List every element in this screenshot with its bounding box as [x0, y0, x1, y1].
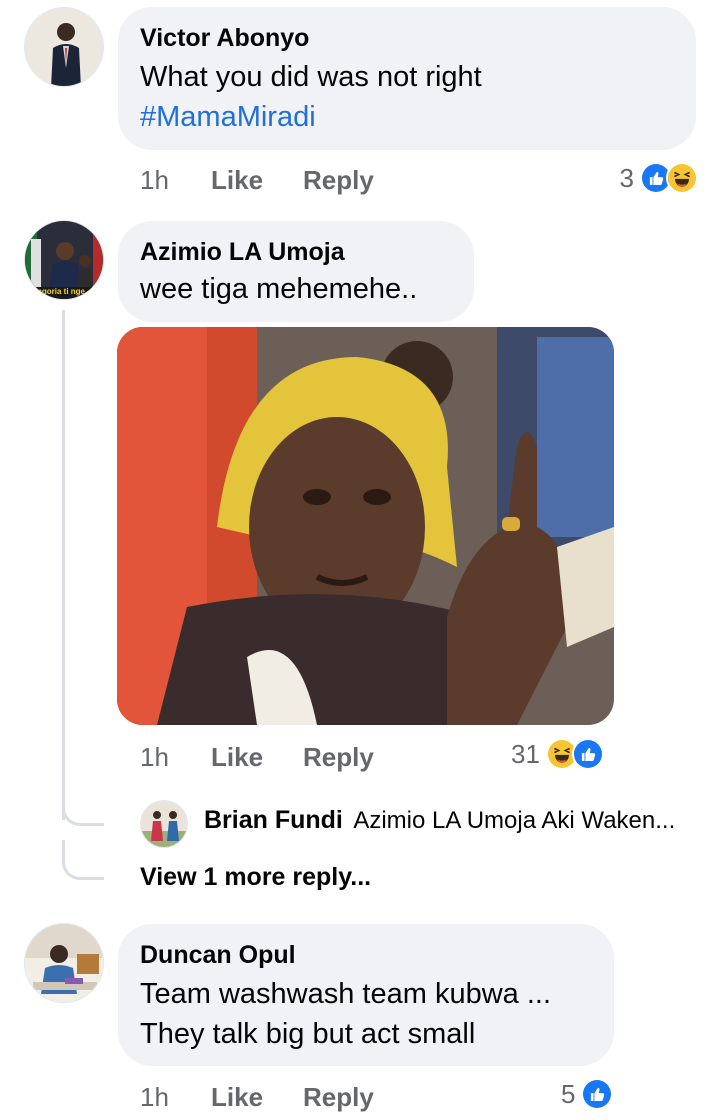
reaction-summary[interactable]: 3	[620, 161, 698, 195]
comment-bubble: Azimio LA Umoja wee tiga mehemehe..	[118, 221, 474, 322]
comment-time[interactable]: 1h	[140, 163, 169, 197]
comment-actions: 1h Like Reply	[140, 1080, 400, 1114]
comment-actions: 1h Like Reply	[140, 163, 400, 197]
like-button[interactable]: Like	[211, 740, 263, 774]
haha-icon	[666, 162, 698, 194]
view-more-replies-link[interactable]: View 1 more reply...	[140, 863, 371, 892]
comment-time[interactable]: 1h	[140, 1080, 169, 1114]
comment-author[interactable]: Victor Abonyo	[140, 23, 674, 53]
hashtag-link[interactable]: #MamaMiradi	[140, 97, 674, 137]
reply-button[interactable]: Reply	[303, 163, 374, 197]
avatar-azimio-la-umoja[interactable]: ngoria ti nge	[24, 220, 104, 300]
avatar-caption: ngoria ti nge	[37, 287, 85, 296]
avatar-victor-abonyo[interactable]	[24, 7, 104, 87]
comment-text: Team washwash team kubwa ...	[140, 978, 552, 1010]
like-button[interactable]: Like	[211, 1080, 263, 1114]
comment-author[interactable]: Azimio LA Umoja	[140, 237, 452, 267]
comment-bubble: Victor Abonyo What you did was not right…	[118, 7, 696, 150]
elderly-woman-pointing-image	[117, 327, 614, 725]
avatar-duncan-opul[interactable]	[24, 923, 104, 1003]
thread-line	[62, 310, 65, 820]
thread-connector	[62, 840, 104, 880]
like-button[interactable]: Like	[211, 163, 263, 197]
reaction-summary[interactable]: 31	[511, 737, 604, 771]
reply-text: Azimio LA Umoja Aki Waken...	[353, 807, 676, 834]
thread-connector	[62, 790, 104, 826]
reply-author[interactable]: Brian Fundi	[204, 806, 343, 834]
reply-button[interactable]: Reply	[303, 740, 374, 774]
comment-actions: 1h Like Reply	[140, 740, 400, 774]
reply-preview[interactable]: Brian Fundi Azimio LA Umoja Aki Waken...	[204, 806, 675, 850]
reaction-count: 5	[561, 1079, 576, 1109]
comment-author[interactable]: Duncan Opul	[140, 940, 592, 970]
reply-button[interactable]: Reply	[303, 1080, 374, 1114]
comment-bubble: Duncan Opul Team washwash team kubwa ...…	[118, 924, 614, 1066]
comment-text: They talk big but act small	[140, 1018, 476, 1050]
comment-text: What you did was not right	[140, 61, 482, 93]
comment-time[interactable]: 1h	[140, 740, 169, 774]
avatar-brian-fundi[interactable]	[140, 800, 188, 848]
reaction-summary[interactable]: 5	[561, 1077, 614, 1111]
comment-text: wee tiga mehemehe..	[140, 273, 418, 305]
comment-photo[interactable]	[117, 327, 614, 725]
reaction-count: 3	[619, 163, 634, 193]
like-icon	[581, 1078, 614, 1110]
like-icon	[571, 738, 604, 770]
reaction-count: 31	[511, 739, 540, 769]
